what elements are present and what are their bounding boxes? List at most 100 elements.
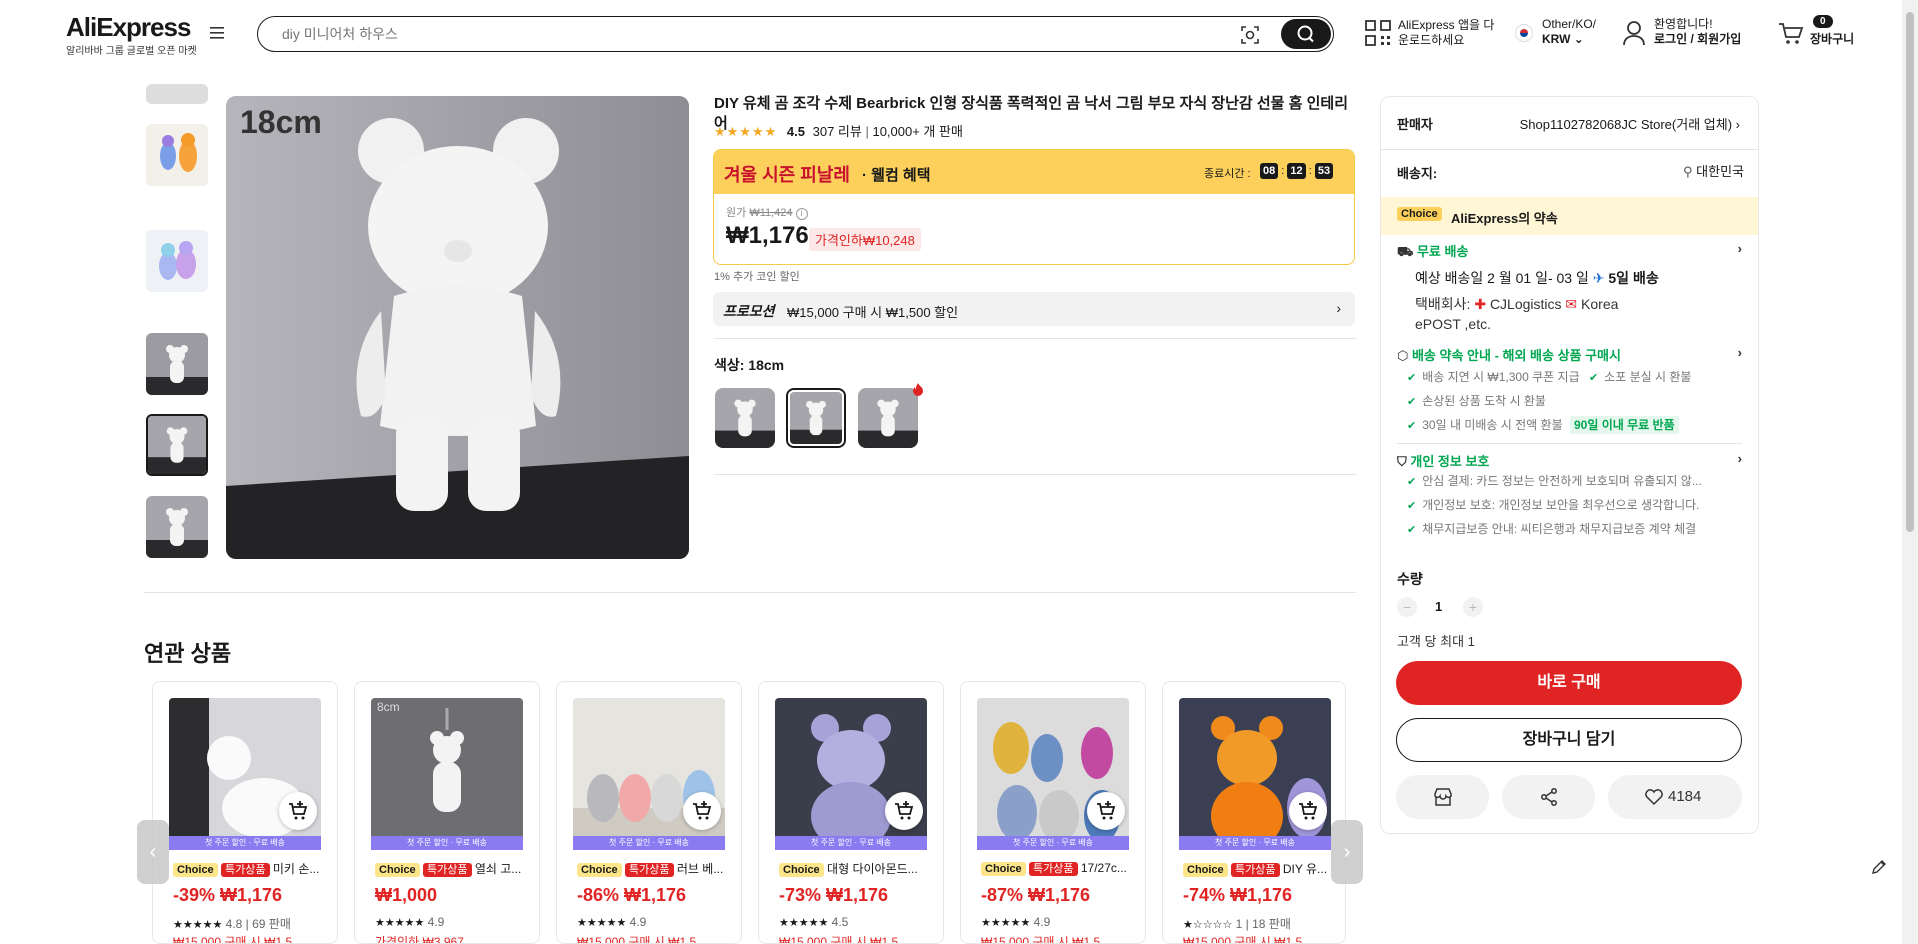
add-to-cart-icon[interactable]	[279, 792, 317, 830]
rating-row[interactable]: ★★★★★ 4.5 307 리뷰 | 10,000+ 개 판매	[714, 121, 963, 140]
special-tag: 특가상품	[625, 863, 674, 877]
carrier-korea-post: Korea	[1581, 296, 1619, 312]
choice-tag: Choice	[173, 863, 218, 877]
ship-to-selector[interactable]: ⚲ 대한민국	[1683, 161, 1744, 180]
gallery-thumbnail[interactable]	[146, 84, 208, 104]
store-button[interactable]	[1396, 775, 1489, 819]
product-image[interactable]	[371, 698, 523, 850]
check-icon: ✔	[1407, 476, 1417, 488]
banner-subtitle: · 웰컴 혜택	[862, 167, 931, 184]
check-icon: ✔	[1407, 500, 1417, 512]
promise-item: ✔ 배송 지연 시 ₩1,300 쿠폰 지급 ✔ 소포 분실 시 환불	[1397, 365, 1742, 389]
qr-code-icon[interactable]	[1365, 20, 1391, 46]
promotion-row[interactable]: 프로모션 ₩15,000 구매 시 ₩1,500 할인 ›	[713, 292, 1355, 326]
rating-text: 4.8 | 69 판매	[225, 917, 291, 931]
add-to-cart-icon[interactable]	[885, 792, 923, 830]
delivery-days: 5일 배송	[1608, 270, 1659, 286]
promise-text: 30일 내 미배송 시 전액 환불	[1422, 418, 1563, 432]
rating-stars: ★★★★★	[779, 917, 829, 929]
color-option[interactable]	[715, 388, 775, 448]
share-button[interactable]	[1502, 775, 1595, 819]
related-product-card[interactable]: 첫 주문 할인 · 무료 배송 Choice 대형 다이아몬드... -73% …	[758, 681, 944, 944]
delivery-promise-link[interactable]: ⬡ 배송 약속 안내 - 해외 배송 상품 구매시 ›	[1397, 345, 1742, 364]
color-option-selected[interactable]	[786, 388, 846, 448]
related-product-card[interactable]: 첫 주문 할인 · 무료 배송 Choice 특가상품 러브 베... -86%…	[556, 681, 742, 944]
cart-icon[interactable]	[1778, 22, 1804, 46]
product-promo: ₩15,000 구매 시 ₩1,5	[1183, 935, 1303, 944]
gallery-thumbnail[interactable]	[146, 333, 208, 395]
seller-link[interactable]: Shop1102782068JC Store(거래 업체) ›	[1520, 114, 1740, 133]
shipping-info[interactable]: ⛟ 무료 배송 › 예상 배송일 2 월 01 일- 03 일 ✈ 5일 배송 택…	[1397, 241, 1742, 332]
info-icon[interactable]: i	[795, 208, 808, 220]
related-product-card[interactable]: 첫 주문 할인 · 무료 배송 Choice 특가상품 미키 손... -39%…	[152, 681, 338, 944]
korea-flag-icon	[1515, 24, 1533, 42]
add-to-cart-icon[interactable]	[1087, 792, 1125, 830]
image-size-label: 8cm	[377, 700, 400, 714]
timer-minutes: 12	[1287, 163, 1306, 179]
choice-promise-bar: Choice AliExpress의 약속	[1381, 197, 1758, 235]
delivery-promise-title: 배송 약속 안내 - 해외 배송 상품 구매시	[1411, 348, 1621, 363]
privacy-item: ✔ 개인정보 보호: 개인정보 보안을 최우선으로 생각합니다.	[1397, 493, 1742, 517]
divider	[1381, 149, 1758, 150]
carousel-prev-button[interactable]: ‹	[137, 820, 169, 884]
privacy-link[interactable]: ⛉ 개인 정보 보호 ›	[1397, 451, 1742, 470]
user-icon[interactable]	[1622, 20, 1646, 46]
product-rating: ★★★★★ 4.8 | 69 판매	[173, 915, 291, 932]
gallery-thumbnail[interactable]	[146, 124, 208, 186]
main-product-image[interactable]: 18cm	[226, 96, 689, 559]
related-product-card[interactable]: 8cm 첫 주문 할인 · 무료 배송 Choice 특가상품 열쇠 고... …	[354, 681, 540, 944]
login-signup-link[interactable]: 로그인 / 회원가입	[1654, 32, 1741, 47]
search-bar	[257, 16, 1334, 52]
korea-post-icon: ✉	[1565, 296, 1578, 312]
hot-flame-icon	[912, 382, 924, 396]
product-promo: ₩15,000 구매 시 ₩1,5	[981, 935, 1101, 944]
carrier-etc: ePOST ,etc.	[1415, 316, 1491, 332]
search-button[interactable]	[1281, 19, 1331, 49]
review-count[interactable]: 307 리뷰	[813, 124, 862, 139]
quantity-decrease-button[interactable]: −	[1397, 597, 1417, 617]
add-to-cart-icon[interactable]	[1289, 792, 1327, 830]
gallery-thumbnail[interactable]	[146, 230, 208, 292]
cart-label[interactable]: 장바구니	[1810, 32, 1854, 47]
privacy-text: 개인정보 보호: 개인정보 보안을 최우선으로 생각합니다.	[1422, 498, 1700, 512]
gallery-thumbnail[interactable]	[146, 496, 208, 558]
add-to-cart-icon[interactable]	[683, 792, 721, 830]
wishlist-button[interactable]: 4184	[1608, 775, 1742, 819]
search-input[interactable]	[282, 25, 1182, 43]
choice-tag: Choice	[577, 863, 622, 877]
image-search-icon[interactable]	[1240, 25, 1260, 45]
buy-now-button[interactable]: 바로 구매	[1396, 661, 1742, 705]
special-tag: 특가상품	[423, 863, 472, 877]
menu-icon[interactable]	[210, 26, 226, 40]
choice-tag: Choice	[981, 862, 1026, 876]
rating-stars: ★★★★★	[577, 917, 627, 929]
region-currency-selector[interactable]: Other/KO/ KRW ⌄	[1542, 17, 1596, 47]
related-product-card[interactable]: 첫 주문 할인 · 무료 배송 Choice 특가상품 17/27c... -8…	[960, 681, 1146, 944]
product-rating: ★★★★★ 4.5	[779, 915, 848, 929]
choice-tag: Choice	[375, 863, 420, 877]
free-return-badge: 90일 이내 무료 반품	[1569, 416, 1679, 434]
color-option[interactable]	[858, 388, 918, 448]
promotion-text: ₩15,000 구매 시 ₩1,500 할인	[787, 305, 959, 320]
location-pin-icon: ⚲	[1683, 164, 1693, 179]
app-download-link[interactable]: AliExpress 앱을 다 운로드하세요	[1398, 18, 1494, 48]
quantity-increase-button[interactable]: +	[1463, 597, 1483, 617]
gallery-thumbnail-selected[interactable]	[146, 414, 208, 476]
chevron-right-icon: ›	[1737, 241, 1742, 256]
image-size-label: 18cm	[240, 104, 322, 140]
share-icon	[1539, 788, 1559, 806]
carousel-next-button[interactable]: ›	[1331, 820, 1363, 884]
product-price: -86% ₩1,176	[577, 885, 687, 905]
add-to-cart-button[interactable]: 장바구니 담기	[1396, 718, 1742, 762]
quantity-value[interactable]: 1	[1435, 599, 1442, 614]
first-order-strip: 첫 주문 할인 · 무료 배송	[1179, 836, 1331, 850]
account-link[interactable]: 환영합니다! 로그인 / 회원가입	[1654, 17, 1741, 47]
privacy-text: 채무지급보증 안내: 씨티은행과 채무지급보증 계약 체결	[1422, 522, 1697, 536]
first-order-strip: 첫 주문 할인 · 무료 배송	[371, 836, 523, 850]
related-product-card[interactable]: 첫 주문 할인 · 무료 배송 Choice 특가상품 DIY 유... -74…	[1162, 681, 1346, 944]
feedback-edit-icon[interactable]	[1870, 858, 1888, 876]
page-scrollbar[interactable]	[1902, 0, 1918, 944]
scrollbar-thumb[interactable]	[1906, 12, 1914, 532]
aliexpress-logo[interactable]: AliExpress	[66, 12, 191, 43]
promise-item: ✔ 손상된 상품 도착 시 환불	[1397, 389, 1742, 413]
